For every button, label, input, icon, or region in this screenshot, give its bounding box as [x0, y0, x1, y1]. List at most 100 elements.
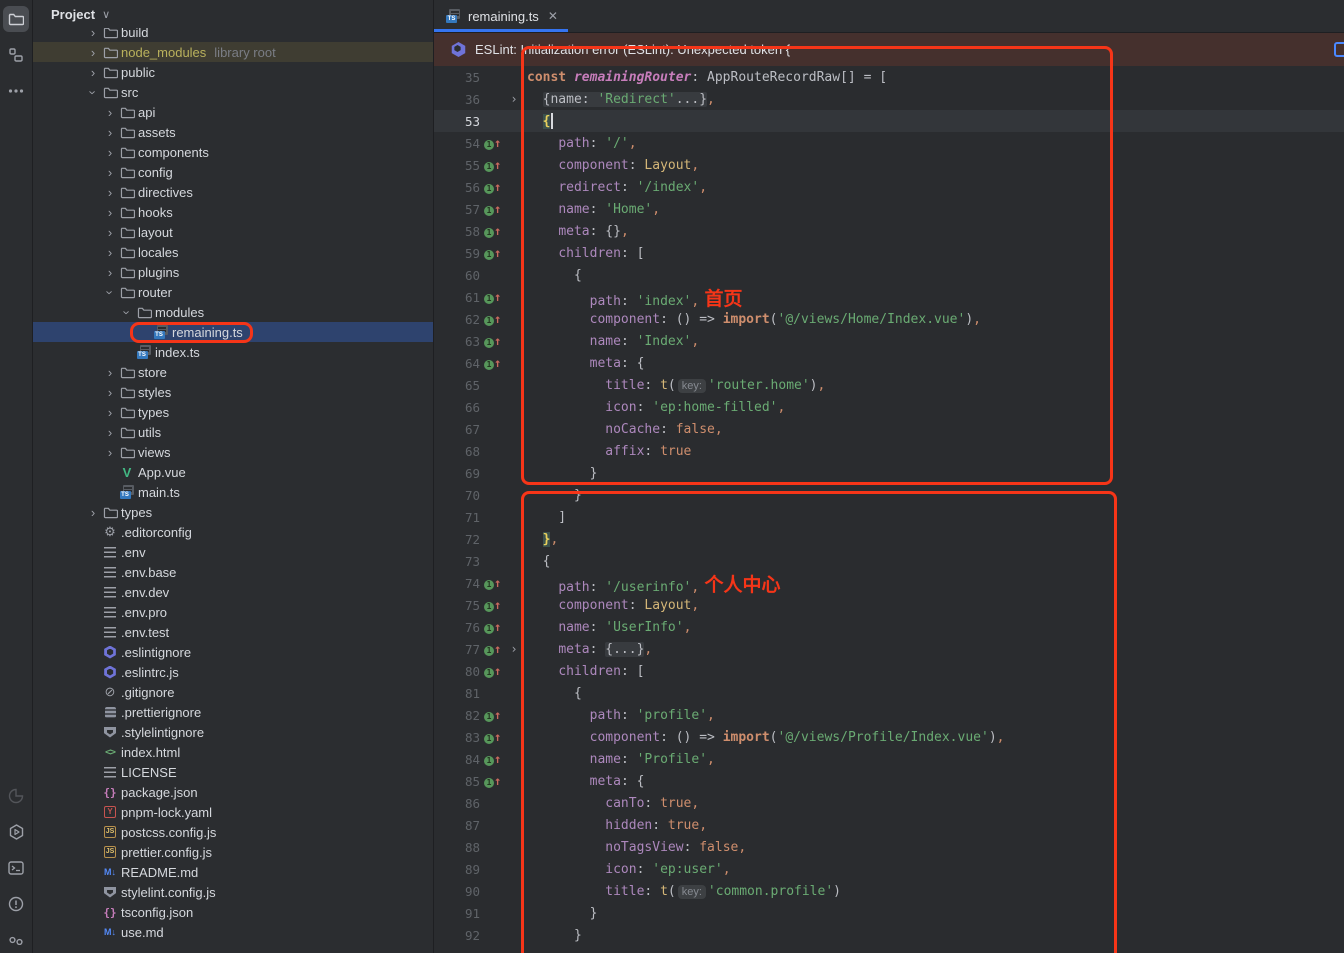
- code-line-91[interactable]: 91 }: [434, 902, 1344, 924]
- tree-item-src[interactable]: ›src: [33, 82, 433, 102]
- tree-item-license[interactable]: LICENSE: [33, 762, 433, 782]
- recent-tool-button[interactable]: [3, 783, 29, 809]
- code-line-53[interactable]: 53 {: [434, 110, 1344, 132]
- folded-region[interactable]: {name: 'Redirect'...}: [543, 92, 707, 107]
- tree-item-api[interactable]: ›api: [33, 102, 433, 122]
- folded-region[interactable]: {...}: [605, 642, 644, 657]
- gutter-marker-icon[interactable]: 1↑: [484, 642, 501, 657]
- tree-chevron-icon[interactable]: ›: [102, 366, 118, 379]
- tree-item--stylelintignore[interactable]: .stylelintignore: [33, 722, 433, 742]
- tree-chevron-icon[interactable]: ›: [102, 106, 118, 119]
- tree-chevron-icon[interactable]: ›: [102, 386, 118, 399]
- tree-item-node-modules[interactable]: ›node_moduleslibrary root: [33, 42, 433, 62]
- tree-item--env-dev[interactable]: .env.dev: [33, 582, 433, 602]
- tree-item-types[interactable]: ›types: [33, 402, 433, 422]
- terminal-tool-button[interactable]: [3, 855, 29, 881]
- tree-item-use-md[interactable]: M↓use.md: [33, 922, 433, 942]
- tree-chevron-icon[interactable]: ›: [102, 126, 118, 139]
- code-line-80[interactable]: 801↑ children: [: [434, 660, 1344, 682]
- tree-item-components[interactable]: ›components: [33, 142, 433, 162]
- gutter-marker-icon[interactable]: 1↑: [484, 312, 501, 327]
- code-line-88[interactable]: 88 noTagsView: false,: [434, 836, 1344, 858]
- code-line-67[interactable]: 67 noCache: false,: [434, 418, 1344, 440]
- tree-item-locales[interactable]: ›locales: [33, 242, 433, 262]
- fold-chevron-icon[interactable]: ›: [510, 642, 517, 656]
- tree-item--eslintignore[interactable]: .eslintignore: [33, 642, 433, 662]
- code-line-76[interactable]: 761↑ name: 'UserInfo',: [434, 616, 1344, 638]
- tree-item-public[interactable]: ›public: [33, 62, 433, 82]
- code-line-92[interactable]: 92 }: [434, 924, 1344, 946]
- code-line-70[interactable]: 70 }: [434, 484, 1344, 506]
- gutter-marker-icon[interactable]: 1↑: [484, 708, 501, 723]
- tab-remaining-ts[interactable]: TS remaining.ts ✕: [434, 0, 568, 32]
- gutter-marker-icon[interactable]: 1↑: [484, 180, 501, 195]
- tree-item-hooks[interactable]: ›hooks: [33, 202, 433, 222]
- tree-chevron-icon[interactable]: ›: [85, 506, 101, 519]
- tree-chevron-icon[interactable]: ›: [102, 146, 118, 159]
- tree-item-types[interactable]: ›types: [33, 502, 433, 522]
- tree-chevron-icon[interactable]: ›: [102, 406, 118, 419]
- banner-clipped-button[interactable]: [1334, 42, 1344, 57]
- tree-chevron-icon[interactable]: ›: [87, 84, 100, 100]
- code-line-58[interactable]: 581↑ meta: {},: [434, 220, 1344, 242]
- code-line-64[interactable]: 641↑ meta: {: [434, 352, 1344, 374]
- more-tool-windows-button[interactable]: [3, 78, 29, 104]
- tree-chevron-icon[interactable]: ›: [102, 446, 118, 459]
- code-line-82[interactable]: 821↑ path: 'profile',: [434, 704, 1344, 726]
- code-line-77[interactable]: 771↑› meta: {...},: [434, 638, 1344, 660]
- code-line-65[interactable]: 65 title: t(key:'router.home'),: [434, 374, 1344, 396]
- tree-item-directives[interactable]: ›directives: [33, 182, 433, 202]
- code-line-85[interactable]: 851↑ meta: {: [434, 770, 1344, 792]
- tree-item--env-test[interactable]: .env.test: [33, 622, 433, 642]
- gutter-marker-icon[interactable]: 1↑: [484, 334, 501, 349]
- code-line-57[interactable]: 571↑ name: 'Home',: [434, 198, 1344, 220]
- gutter-marker-icon[interactable]: 1↑: [484, 598, 501, 613]
- code-line-74[interactable]: 741↑ path: '/userinfo', 个人中心: [434, 572, 1344, 594]
- tree-item--env-pro[interactable]: .env.pro: [33, 602, 433, 622]
- tree-item-assets[interactable]: ›assets: [33, 122, 433, 142]
- code-line-59[interactable]: 591↑ children: [: [434, 242, 1344, 264]
- tree-item--env-base[interactable]: .env.base: [33, 562, 433, 582]
- gutter-marker-icon[interactable]: 1↑: [484, 202, 501, 217]
- tree-item--prettierignore[interactable]: .prettierignore: [33, 702, 433, 722]
- tree-item-plugins[interactable]: ›plugins: [33, 262, 433, 282]
- tree-item-styles[interactable]: ›styles: [33, 382, 433, 402]
- gutter-marker-icon[interactable]: 1↑: [484, 290, 501, 305]
- gutter-marker-icon[interactable]: 1↑: [484, 136, 501, 151]
- project-panel-header[interactable]: Project ∨: [33, 0, 433, 28]
- code-line-81[interactable]: 81 {: [434, 682, 1344, 704]
- code-line-90[interactable]: 90 title: t(key:'common.profile'): [434, 880, 1344, 902]
- fold-chevron-icon[interactable]: ›: [510, 92, 517, 106]
- tree-item-postcss-config-js[interactable]: JSpostcss.config.js: [33, 822, 433, 842]
- code-line-66[interactable]: 66 icon: 'ep:home-filled',: [434, 396, 1344, 418]
- tree-item--env[interactable]: .env: [33, 542, 433, 562]
- tree-chevron-icon[interactable]: ›: [121, 304, 134, 320]
- tree-chevron-icon[interactable]: ›: [85, 66, 101, 79]
- tree-chevron-icon[interactable]: ›: [102, 266, 118, 279]
- tree-item--gitignore[interactable]: ⊘.gitignore: [33, 682, 433, 702]
- tree-item-modules[interactable]: ›modules: [33, 302, 433, 322]
- gutter-marker-icon[interactable]: 1↑: [484, 158, 501, 173]
- code-line-84[interactable]: 841↑ name: 'Profile',: [434, 748, 1344, 770]
- code-line-69[interactable]: 69 }: [434, 462, 1344, 484]
- gutter-marker-icon[interactable]: 1↑: [484, 752, 501, 767]
- tree-chevron-icon[interactable]: ›: [102, 246, 118, 259]
- gutter-marker-icon[interactable]: 1↑: [484, 774, 501, 789]
- code-line-36[interactable]: 36› {name: 'Redirect'...},: [434, 88, 1344, 110]
- tree-item-stylelint-config-js[interactable]: stylelint.config.js: [33, 882, 433, 902]
- code-line-71[interactable]: 71 ]: [434, 506, 1344, 528]
- gutter-marker-icon[interactable]: 1↑: [484, 224, 501, 239]
- tree-item-store[interactable]: ›store: [33, 362, 433, 382]
- gutter-marker-icon[interactable]: 1↑: [484, 356, 501, 371]
- code-line-68[interactable]: 68 affix: true: [434, 440, 1344, 462]
- tree-item-prettier-config-js[interactable]: JSprettier.config.js: [33, 842, 433, 862]
- gutter-marker-icon[interactable]: 1↑: [484, 730, 501, 745]
- problems-tool-button[interactable]: [3, 891, 29, 917]
- code-line-62[interactable]: 621↑ component: () => import('@/views/Ho…: [434, 308, 1344, 330]
- gutter-marker-icon[interactable]: 1↑: [484, 246, 501, 261]
- gutter-marker-icon[interactable]: 1↑: [484, 620, 501, 635]
- code-line-72[interactable]: 72 },: [434, 528, 1344, 550]
- tree-chevron-icon[interactable]: ›: [85, 46, 101, 59]
- code-editor[interactable]: 35const remainingRouter: AppRouteRecordR…: [434, 66, 1344, 953]
- tree-item-views[interactable]: ›views: [33, 442, 433, 462]
